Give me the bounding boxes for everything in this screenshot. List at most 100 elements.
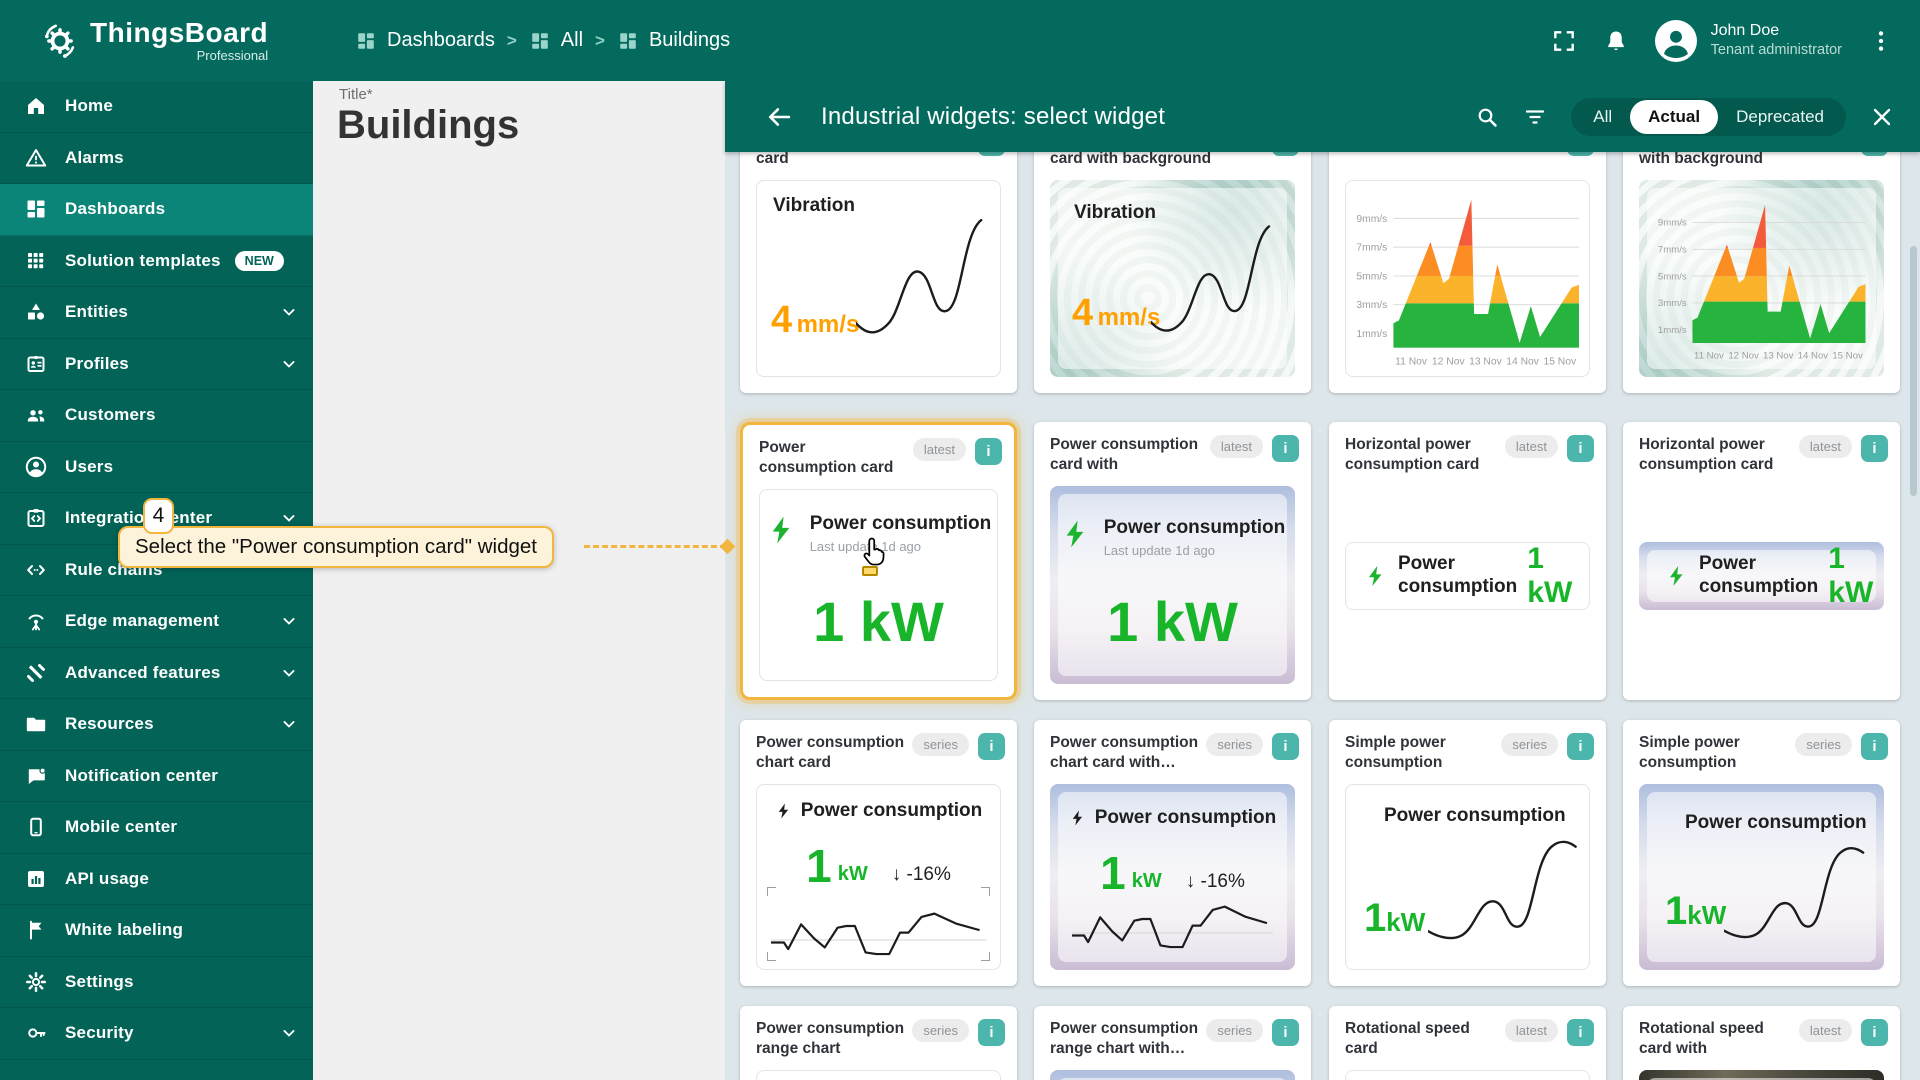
widget-card-header: Horizontal power consumption cardlatesti <box>1329 422 1606 475</box>
sidebar-item-label: Profiles <box>65 354 129 374</box>
resources-icon <box>24 712 48 736</box>
sidebar-item-profiles[interactable]: Profiles <box>0 339 313 391</box>
notifications-bell-icon[interactable] <box>1603 28 1629 54</box>
entities-icon <box>24 300 48 324</box>
widget-card-power-consumption-chart-card-with-background[interactable]: Power consumption chart card with…series… <box>1034 720 1311 986</box>
sidebar-item-api-usage[interactable]: API usage <box>0 854 313 906</box>
preview-content: Power consumption1 kW <box>1647 550 1876 602</box>
sidebar-item-solution-templates[interactable]: Solution templatesNEW <box>0 236 313 288</box>
sidebar-item-label: Mobile center <box>65 817 177 837</box>
value-number: 1 <box>806 847 832 886</box>
close-icon[interactable] <box>1870 105 1894 129</box>
sidebar-item-advanced-features[interactable]: Advanced features <box>0 648 313 700</box>
widget-card-rotational-speed-card[interactable]: Rotational speed cardlatesti <box>1329 1006 1606 1080</box>
info-icon-button[interactable]: i <box>1567 1019 1594 1046</box>
widget-card-vibration-card-with-background[interactable]: card with backgroundiVibration4 mm/s <box>1034 152 1311 393</box>
preview-subtitle: Last update 1d ago <box>1104 543 1286 558</box>
sidebar-item-notification-center[interactable]: Notification center <box>0 751 313 803</box>
info-icon-button[interactable]: i <box>978 1019 1005 1046</box>
sidebar-item-label: Alarms <box>65 148 124 168</box>
fullscreen-icon[interactable] <box>1551 28 1577 54</box>
scrollbar-thumb[interactable] <box>1910 246 1917 496</box>
widget-card-power-consumption-chart-card[interactable]: Power consumption chart cardseriesiPower… <box>740 720 1017 986</box>
api-usage-icon <box>24 867 48 891</box>
widget-card-vibration-range-chart-with-background[interactable]: with backgroundi 9mm/s7mm/s5mm/s3mm/s1mm… <box>1623 152 1900 393</box>
widget-card-simple-power-consumption-chart[interactable]: Simple power consumption chart…seriesiPo… <box>1329 720 1606 986</box>
info-icon-button[interactable]: i <box>978 733 1005 760</box>
breadcrumb-item-buildings[interactable]: Buildings <box>617 29 730 52</box>
dashboard-title-value[interactable]: Buildings <box>337 103 519 148</box>
line-chart <box>1072 886 1273 952</box>
search-icon[interactable] <box>1475 105 1499 129</box>
value-unit: kW <box>838 863 868 886</box>
preview-value-row: 1kW↓ -16% <box>757 847 1000 886</box>
sidebar-item-customers[interactable]: Customers <box>0 390 313 442</box>
info-icon-button[interactable]: i <box>1861 1019 1888 1046</box>
preview-title: Power consumption <box>1104 516 1286 540</box>
sidebar-item-users[interactable]: Users <box>0 442 313 494</box>
svg-text:7mm/s: 7mm/s <box>1356 243 1387 254</box>
kebab-menu-icon[interactable] <box>1868 28 1894 54</box>
widget-card-horizontal-power-consumption-card[interactable]: Horizontal power consumption cardlatesti… <box>1329 422 1606 700</box>
breadcrumb-item-all[interactable]: All <box>529 29 583 52</box>
breadcrumb-item-dashboards[interactable]: Dashboards <box>355 29 495 52</box>
sidebar-item-edge-management[interactable]: Edge management <box>0 596 313 648</box>
filter-icon[interactable] <box>1523 105 1547 129</box>
sidebar-item-home[interactable]: Home <box>0 81 313 133</box>
value-number: 1 <box>1364 896 1386 940</box>
sidebar-item-entities[interactable]: Entities <box>0 287 313 339</box>
widget-card-header: Power consumption chart card with…series… <box>1034 720 1311 773</box>
sidebar-item-white-labeling[interactable]: White labeling <box>0 905 313 957</box>
widget-card-power-consumption-range-chart-with-background[interactable]: Power consumption range chart with…serie… <box>1034 1006 1311 1080</box>
info-icon-button[interactable]: i <box>1272 152 1299 156</box>
info-icon-button[interactable]: i <box>1272 435 1299 462</box>
value-unit: kW <box>1687 900 1726 930</box>
info-icon-button[interactable]: i <box>1567 152 1594 156</box>
preview-title: Power consumption <box>1095 806 1277 830</box>
widget-card-simple-power-consumption-chart-with-background[interactable]: Simple power consumption chart…seriesiPo… <box>1623 720 1900 986</box>
widget-card-horizontal-power-consumption-card-with-background[interactable]: Horizontal power consumption card wit…la… <box>1623 422 1900 700</box>
svg-text:3mm/s: 3mm/s <box>1658 298 1687 309</box>
preview-text-block: Power consumptionLast update 1d ago <box>810 512 992 554</box>
widget-card-vibration-card[interactable]: cardiVibration4 mm/s <box>740 152 1017 393</box>
widget-preview <box>1050 1070 1295 1080</box>
sparkline-curve <box>1724 840 1866 945</box>
breadcrumb-label: All <box>561 29 583 52</box>
info-icon-button[interactable]: i <box>1861 733 1888 760</box>
avatar[interactable] <box>1655 20 1697 62</box>
filter-option-deprecated[interactable]: Deprecated <box>1718 98 1842 136</box>
app-logo[interactable]: ThingsBoard Professional <box>0 19 313 63</box>
info-icon-button[interactable]: i <box>1272 1019 1299 1046</box>
preview-title: Power consumption <box>810 512 992 536</box>
info-icon-button[interactable]: i <box>1861 435 1888 462</box>
filter-option-actual[interactable]: Actual <box>1630 100 1718 134</box>
preview-value: 1kW <box>1665 889 1726 934</box>
user-info[interactable]: John Doe Tenant administrator <box>1711 21 1842 59</box>
widget-card-vibration-range-chart[interactable]: i 9mm/s7mm/s5mm/s3mm/s1mm/s11 Nov12 Nov1… <box>1329 152 1606 393</box>
widget-card-power-consumption-card-with-background[interactable]: Power consumption card with backgroundla… <box>1034 422 1311 700</box>
sidebar-item-security[interactable]: Security <box>0 1008 313 1060</box>
info-icon-button[interactable]: i <box>1567 733 1594 760</box>
filter-option-all[interactable]: All <box>1575 98 1630 136</box>
svg-text:12 Nov: 12 Nov <box>1432 357 1466 368</box>
svg-text:9mm/s: 9mm/s <box>1658 218 1687 229</box>
mobile-center-icon <box>24 815 48 839</box>
back-arrow-icon[interactable] <box>765 103 793 131</box>
edge-management-icon <box>24 609 48 633</box>
widget-card-title: card <box>756 152 978 169</box>
sidebar-item-settings[interactable]: Settings <box>0 957 313 1009</box>
widget-type-badge: latest <box>1505 1019 1558 1042</box>
sidebar-item-alarms[interactable]: Alarms <box>0 133 313 185</box>
info-icon-button[interactable]: i <box>1861 152 1888 156</box>
widget-card-power-consumption-range-chart[interactable]: Power consumption range chartseriesi <box>740 1006 1017 1080</box>
widget-card-rotational-speed-card-with-background[interactable]: Rotational speed card with backgroundlat… <box>1623 1006 1900 1080</box>
info-icon-button[interactable]: i <box>1567 435 1594 462</box>
sidebar-item-resources[interactable]: Resources <box>0 699 313 751</box>
info-icon-button[interactable]: i <box>978 152 1005 156</box>
app-name: ThingsBoard <box>90 19 268 47</box>
sidebar-item-mobile-center[interactable]: Mobile center <box>0 802 313 854</box>
widget-card-header: Power consumption range chartseriesi <box>740 1006 1017 1059</box>
info-icon-button[interactable]: i <box>975 438 1002 465</box>
sidebar-item-dashboards[interactable]: Dashboards <box>0 184 313 236</box>
info-icon-button[interactable]: i <box>1272 733 1299 760</box>
